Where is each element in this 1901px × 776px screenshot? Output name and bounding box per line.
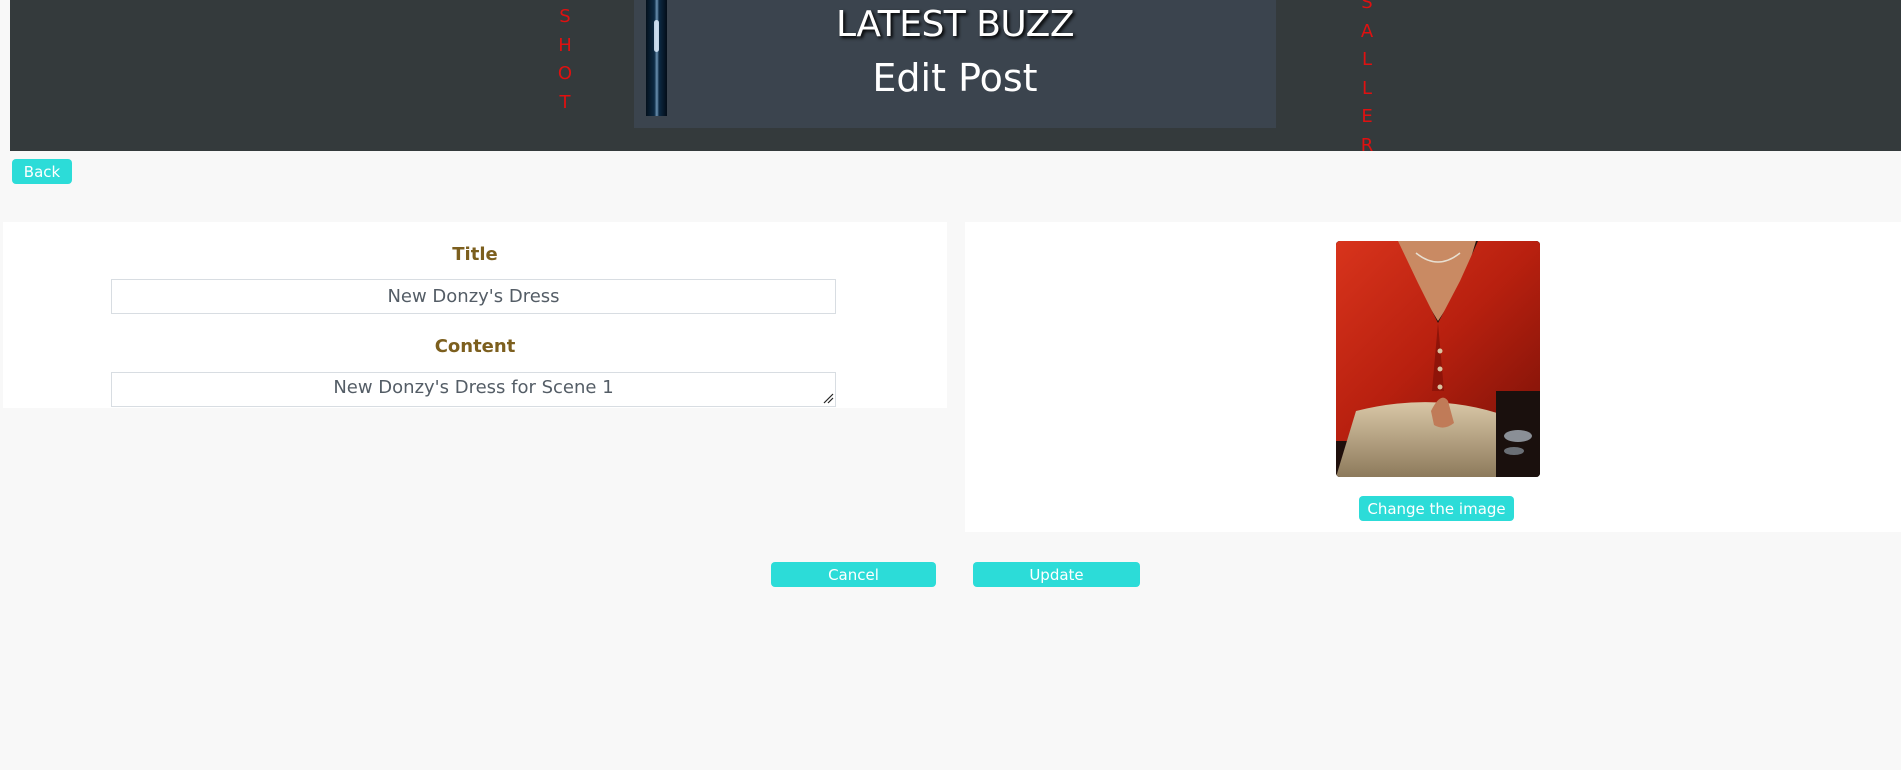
vertical-letter: L [1361, 49, 1373, 70]
vertical-letter: T [559, 91, 571, 113]
post-form-panel: Title Content New Donzy's Dress for Scen… [3, 222, 947, 408]
update-button[interactable]: Update [973, 562, 1140, 587]
vertical-letter: E [1361, 106, 1373, 127]
vertical-word-left: S H O T [554, 3, 576, 117]
change-image-button[interactable]: Change the image [1359, 496, 1514, 521]
page: S H O T S A L L E R LATEST BUZZ Edit Pos… [0, 0, 1901, 770]
resize-handle-icon[interactable] [823, 393, 834, 404]
post-image-illustration [1336, 241, 1540, 477]
vertical-word-right: S A L L E R [1356, 0, 1378, 160]
vertical-letter: A [1360, 20, 1374, 42]
content-textarea[interactable]: New Donzy's Dress for Scene 1 [111, 372, 836, 407]
site-title: LATEST BUZZ [836, 4, 1074, 45]
vertical-letter: O [557, 63, 573, 84]
content-label: Content [434, 336, 516, 357]
vertical-letter: R [1360, 134, 1374, 156]
vertical-letter: L [1361, 77, 1373, 99]
vertical-letter: S [559, 6, 571, 27]
hero-banner: LATEST BUZZ Edit Post [634, 0, 1276, 128]
title-label: Title [452, 244, 498, 265]
cancel-button[interactable]: Cancel [771, 562, 936, 587]
vertical-letter: S [1361, 0, 1373, 13]
vertical-letter: H [558, 34, 572, 56]
page-title: Edit Post [872, 56, 1038, 100]
post-image [1336, 241, 1540, 477]
back-button[interactable]: Back [12, 159, 72, 184]
title-input[interactable] [111, 279, 836, 314]
